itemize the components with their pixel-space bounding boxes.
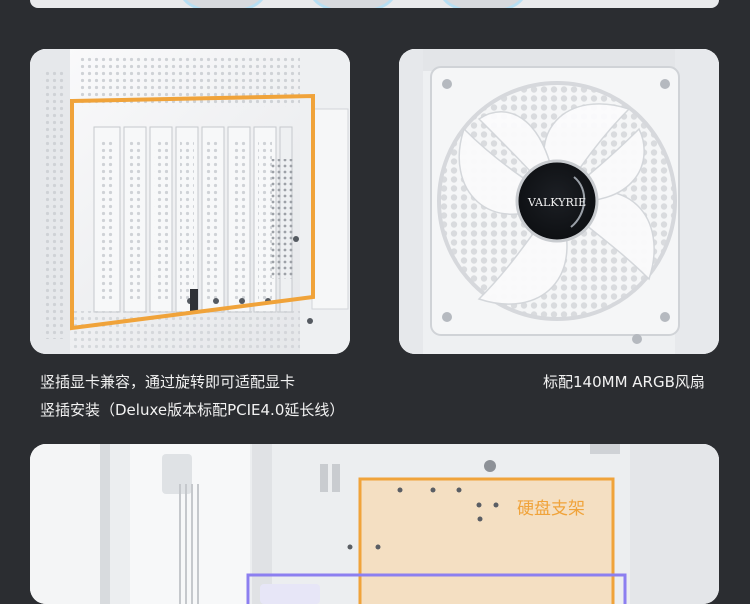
top-product-image-strip [30,0,719,8]
fan-icon [310,0,396,8]
drive-bracket-label: 硬盘支架 [517,499,585,519]
caption-line-1: 竖插显卡兼容，通过旋转即可适配显卡 [40,373,296,391]
vertical-gpu-image [30,49,350,354]
fan-illustration: VALKYRIE [399,49,719,354]
drive-bracket-highlight [358,477,615,604]
case-interior-illustration: 硬盘支架 [30,444,719,604]
drive-bracket-image: 硬盘支架 [30,444,719,604]
caption-line-2: 竖插安装（Deluxe版本标配PCIE4.0延长线） [40,401,345,419]
vertical-gpu-caption: 竖插显卡兼容，通过旋转即可适配显卡 竖插安装（Deluxe版本标配PCIE4.0… [40,368,344,424]
fan-logo-text: VALKYRIE [527,196,586,209]
fan-icon [440,0,526,8]
fan-image: VALKYRIE [399,49,719,354]
fan-icon [180,0,266,8]
fan-caption: 标配140MM ARGB风扇 [543,373,705,391]
pci-slot-illustration [30,49,350,354]
